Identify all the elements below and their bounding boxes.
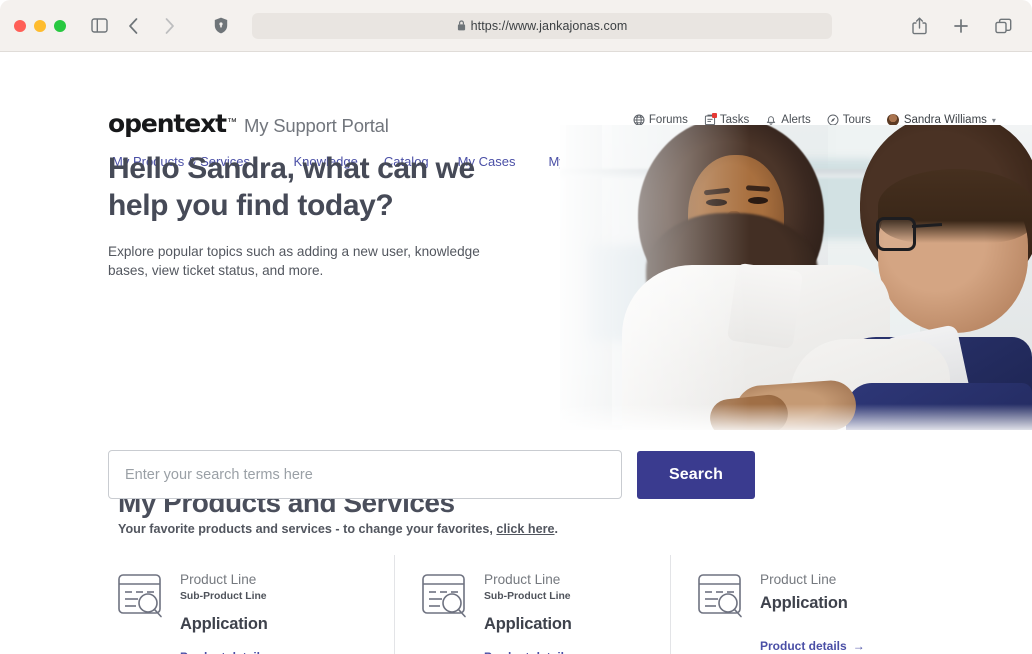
browser-chrome: https://www.jankajonas.com [0, 0, 1032, 52]
forward-arrow-icon[interactable] [154, 11, 184, 41]
page-content: opentext ™ My Support Portal Forums Task… [0, 52, 1032, 654]
arrow-right-icon: → [273, 650, 285, 654]
product-details-link[interactable]: Product details → [760, 639, 865, 653]
arrow-right-icon: → [852, 639, 865, 654]
change-favorites-link[interactable]: click here [496, 522, 554, 536]
product-details-label: Product details [484, 650, 571, 654]
hero-image [560, 125, 1032, 430]
sidebar-toggle-icon[interactable] [84, 11, 114, 41]
tab-overview-icon[interactable] [988, 11, 1018, 41]
hero-detail [706, 199, 727, 206]
chevron-down-icon[interactable]: ▾ [992, 116, 996, 125]
browser-navigation[interactable] [118, 11, 184, 41]
tasks-badge [711, 113, 717, 118]
product-details-label: Product details [760, 639, 847, 654]
document-search-icon [422, 574, 470, 654]
plus-icon[interactable] [946, 11, 976, 41]
application-name: Application [484, 615, 572, 634]
share-icon[interactable] [904, 11, 934, 41]
hero-person-man-glasses [876, 217, 916, 251]
document-search-icon [698, 574, 746, 654]
hero-detail [748, 197, 768, 204]
application-name: Application [180, 615, 268, 634]
close-window-button[interactable] [14, 19, 26, 32]
products-subtitle-text: Your favorite products and services - to… [118, 522, 497, 536]
product-line: Product Line [760, 572, 837, 587]
minimize-window-button[interactable] [34, 19, 46, 32]
product-details-label: Product details [180, 650, 267, 654]
product-card[interactable]: Product Line Application Product details… [670, 555, 946, 654]
product-line: Product Line [180, 572, 257, 587]
product-card-list: Product Line Sub-Product Line Applicatio… [0, 555, 1032, 654]
url-text: https://www.jankajonas.com [470, 18, 628, 33]
product-card-body: Product Line Sub-Product Line Applicatio… [484, 570, 589, 654]
products-subtitle-period: . [554, 522, 559, 536]
sub-product-line: Sub-Product Line [180, 591, 267, 603]
application-name: Application [760, 594, 848, 613]
search-button[interactable]: Search [637, 450, 755, 499]
product-card-body: Product Line Application Product details… [760, 570, 865, 654]
site-header: opentext ™ My Support Portal Forums Task… [0, 52, 1032, 169]
product-card[interactable]: Product Line Sub-Product Line Applicatio… [118, 555, 394, 654]
product-details-link[interactable]: Product details → [484, 650, 589, 654]
product-details-link[interactable]: Product details → [180, 650, 285, 654]
search-row: Search [108, 450, 755, 499]
product-card[interactable]: Product Line Sub-Product Line Applicatio… [394, 555, 670, 654]
shield-icon[interactable] [206, 11, 236, 41]
arrow-right-icon: → [577, 650, 589, 654]
search-input[interactable] [108, 450, 622, 499]
page-title: Hello Sandra, what can we help you find … [108, 152, 475, 222]
window-controls[interactable] [14, 19, 66, 32]
products-section: My Products and Services Your favorite p… [0, 487, 1032, 654]
hero-text: Hello Sandra, what can we help you find … [108, 151, 528, 281]
browser-toolbar-right [894, 11, 1018, 41]
sub-product-line: Sub-Product Line [484, 591, 571, 603]
product-card-body: Product Line Sub-Product Line Applicatio… [180, 570, 285, 654]
hero-detail [726, 262, 804, 350]
product-line: Product Line [484, 572, 561, 587]
maximize-window-button[interactable] [54, 19, 66, 32]
products-subtitle: Your favorite products and services - to… [118, 522, 1032, 536]
hero-subtitle: Explore popular topics such as adding a … [108, 244, 480, 279]
hero-section: Hello Sandra, what can we help you find … [0, 125, 1032, 499]
address-bar[interactable]: https://www.jankajonas.com [252, 12, 832, 39]
document-search-icon [118, 574, 166, 654]
hero-person-man-arm [846, 383, 1032, 430]
back-arrow-icon[interactable] [118, 11, 148, 41]
lock-icon [457, 20, 466, 31]
